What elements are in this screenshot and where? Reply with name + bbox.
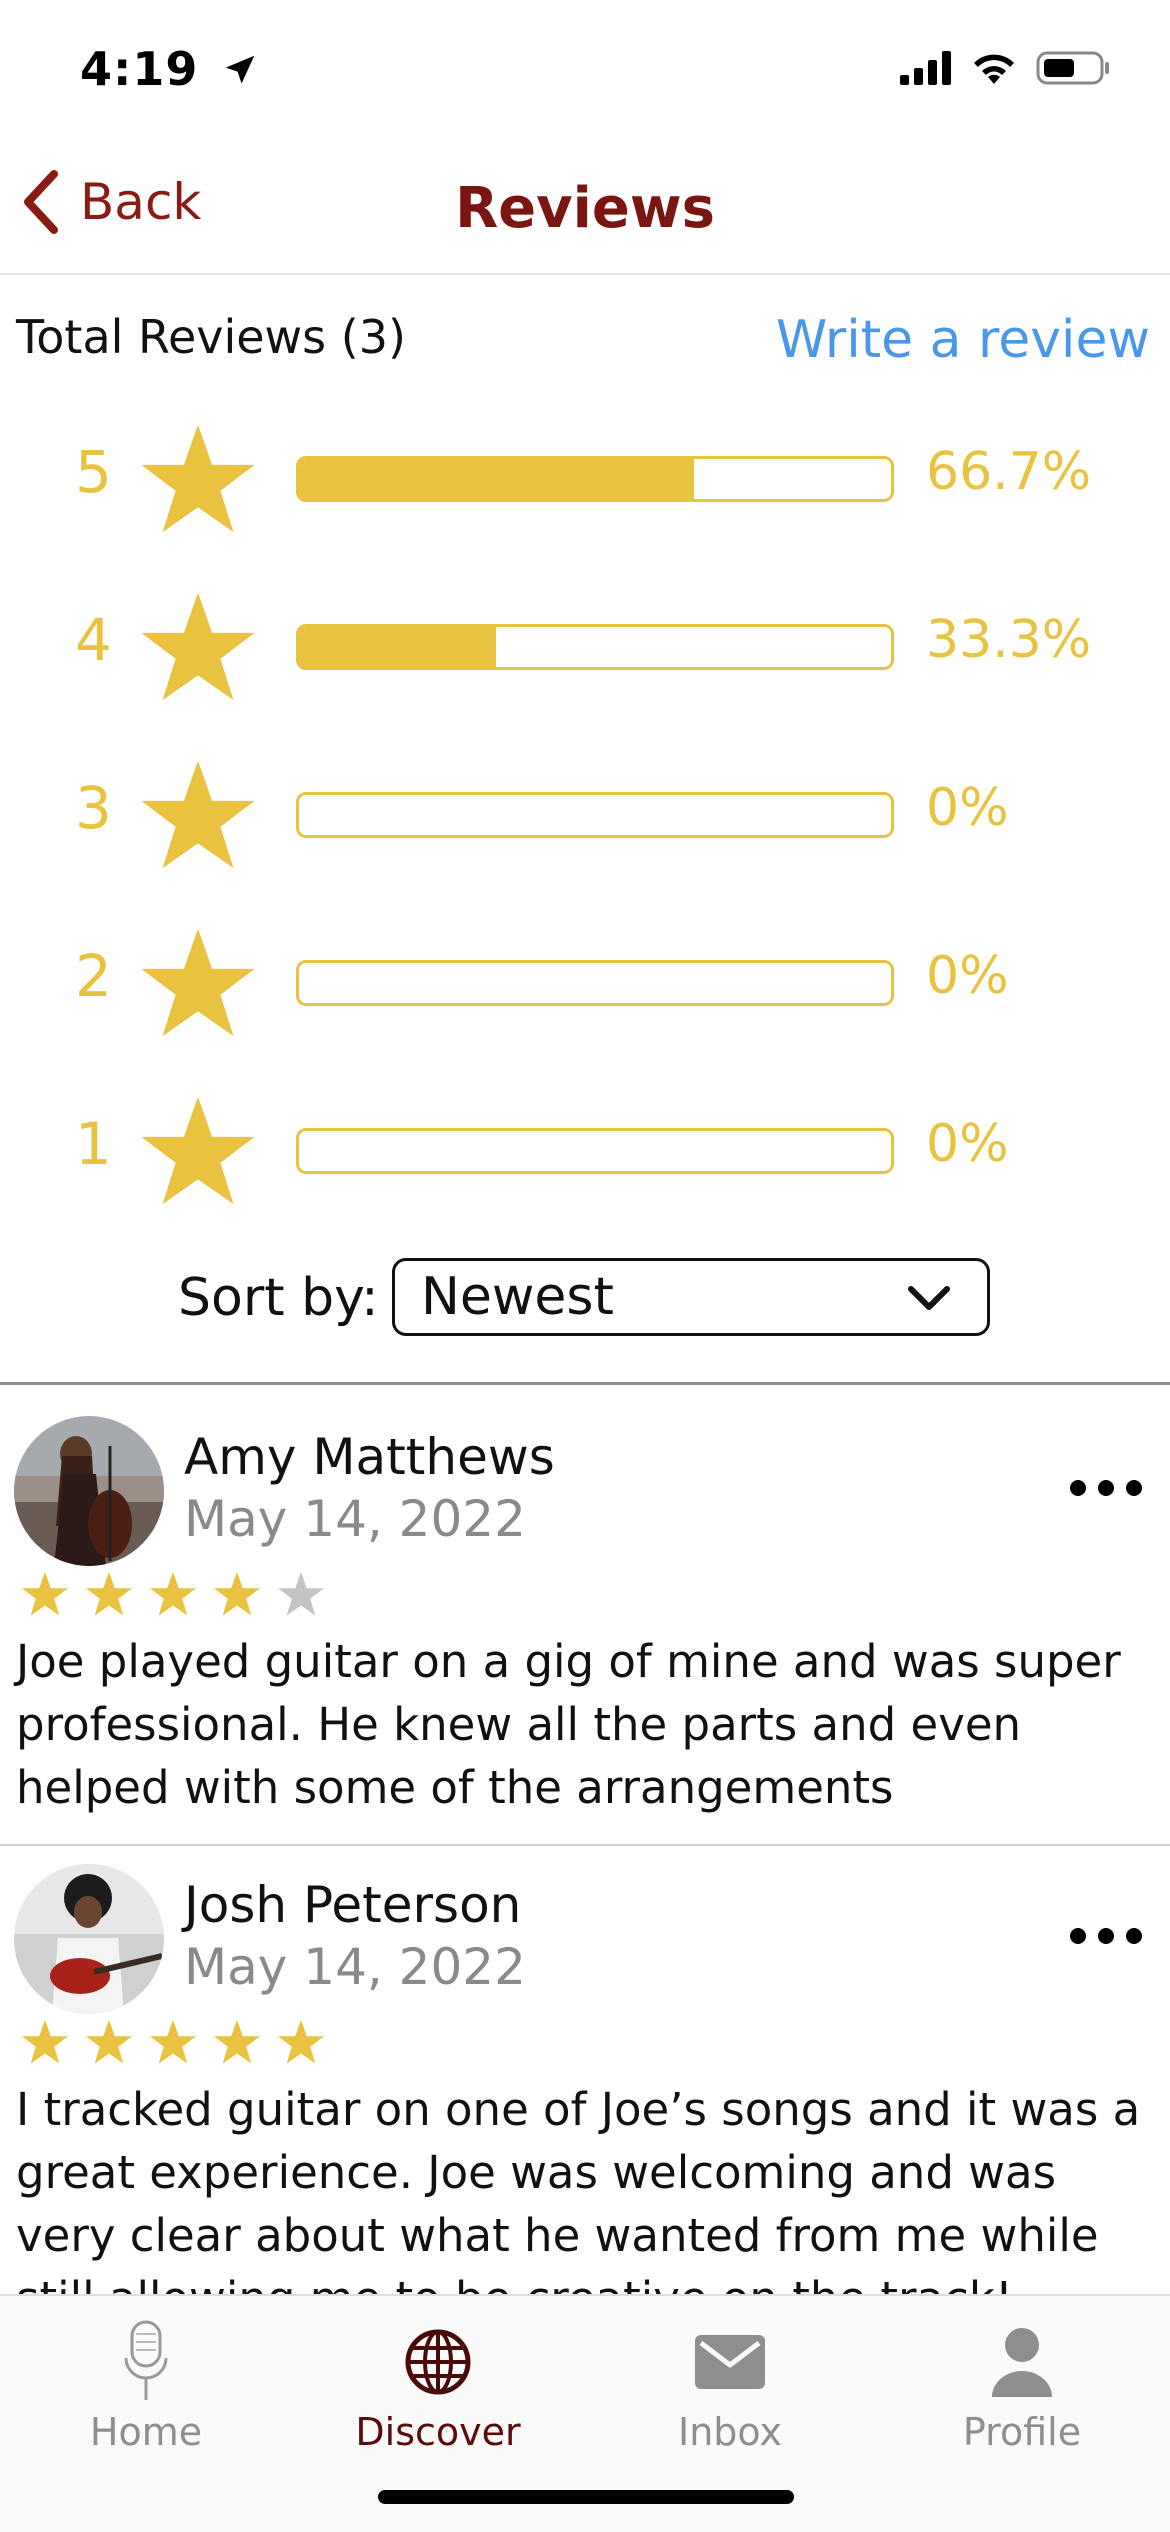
rating-percent: 33.3% <box>926 610 1092 670</box>
rating-progress-bar <box>296 792 894 838</box>
tab-label: Home <box>89 2410 203 2454</box>
review-date: May 14, 2022 <box>184 1938 526 1996</box>
review-card: Josh Peterson May 14, 2022 I tracked gui… <box>0 1850 1170 2294</box>
rating-percent: 0% <box>926 778 1009 838</box>
review-divider <box>0 1844 1170 1846</box>
rating-level: 1 <box>75 1110 112 1178</box>
star-filled-icon <box>149 1571 197 1616</box>
rating-percent: 0% <box>926 1114 1009 1174</box>
tab-discover[interactable]: Discover <box>338 2320 538 2454</box>
tab-label: Profile <box>962 2410 1082 2454</box>
star-filled-icon <box>213 1571 261 1616</box>
avatar <box>14 1416 164 1566</box>
star-icon <box>141 928 255 1037</box>
star-filled-icon <box>85 1571 133 1616</box>
star-filled-icon <box>21 1571 69 1616</box>
rating-level: 2 <box>75 942 112 1010</box>
globe-icon <box>405 2329 471 2395</box>
rating-row: 4 33.3% <box>0 588 1170 708</box>
rating-progress-fill <box>299 459 694 499</box>
page-title: Reviews <box>455 176 715 241</box>
review-rating <box>20 1570 326 1618</box>
star-filled-icon <box>277 2019 325 2064</box>
write-review-link[interactable]: Write a review <box>776 310 1150 370</box>
more-options-icon[interactable] <box>1066 1916 1146 1956</box>
person-icon <box>992 2328 1052 2397</box>
star-filled-icon <box>149 2019 197 2064</box>
chevron-down-icon <box>908 1286 950 1310</box>
rating-level: 5 <box>75 438 112 506</box>
rating-row: 5 66.7% <box>0 420 1170 540</box>
star-filled-icon <box>213 2019 261 2064</box>
rating-percent: 0% <box>926 946 1009 1006</box>
star-filled-icon <box>21 2019 69 2064</box>
review-text: I tracked guitar on one of Joe’s songs a… <box>16 2083 1141 2294</box>
review-rating <box>20 2018 326 2066</box>
rating-progress-bar <box>296 624 894 670</box>
rating-row: 1 0% <box>0 1092 1170 1212</box>
sort-dropdown[interactable]: Newest <box>392 1258 990 1336</box>
rating-progress-bar <box>296 960 894 1006</box>
avatar <box>14 1864 164 2014</box>
star-filled-icon <box>85 2019 133 2064</box>
rating-progress-bar <box>296 1128 894 1174</box>
tab-inbox[interactable]: Inbox <box>630 2320 830 2454</box>
status-time: 4:19 <box>80 42 259 96</box>
envelope-icon <box>695 2335 765 2389</box>
reviewer-name: Josh Peterson <box>184 1876 522 1934</box>
more-options-icon[interactable] <box>1066 1468 1146 1508</box>
location-arrow-icon <box>226 55 255 84</box>
wifi-icon <box>974 54 1014 84</box>
review-card: Amy Matthews May 14, 2022 Joe played gui… <box>0 1402 1170 1842</box>
star-icon <box>141 1096 255 1205</box>
star-icon <box>141 760 255 869</box>
tab-label: Discover <box>355 2410 521 2454</box>
avatar-photo <box>14 1416 164 1566</box>
star-icon <box>141 592 255 701</box>
sort-label: Sort by: <box>178 1268 379 1328</box>
rating-row: 2 0% <box>0 924 1170 1044</box>
rating-progress-fill <box>299 627 497 667</box>
sort-selected-value: Newest <box>421 1267 614 1327</box>
reviewer-name: Amy Matthews <box>184 1428 555 1486</box>
total-reviews-label: Total Reviews (3) <box>16 310 406 364</box>
rating-percent: 66.7% <box>926 442 1092 502</box>
header-divider <box>0 273 1170 275</box>
avatar-photo <box>14 1864 164 2014</box>
rating-level: 3 <box>75 774 112 842</box>
tab-label: Inbox <box>678 2410 782 2454</box>
review-date: May 14, 2022 <box>184 1490 526 1548</box>
battery-icon <box>1036 51 1109 85</box>
tab-home[interactable]: Home <box>46 2320 246 2454</box>
star-icon <box>141 424 255 533</box>
status-time-text: 4:19 <box>80 42 199 96</box>
status-icons <box>900 50 1110 86</box>
section-divider <box>0 1382 1170 1385</box>
rating-progress-bar <box>296 456 894 502</box>
home-indicator <box>378 2490 794 2504</box>
cellular-signal-icon <box>900 51 951 85</box>
review-text: Joe played guitar on a gig of mine and w… <box>16 1635 1121 1814</box>
rating-row: 3 0% <box>0 756 1170 876</box>
star-empty-icon <box>277 1571 325 1616</box>
tab-profile[interactable]: Profile <box>922 2320 1122 2454</box>
microphone-icon <box>124 2320 168 2400</box>
rating-level: 4 <box>75 606 112 674</box>
